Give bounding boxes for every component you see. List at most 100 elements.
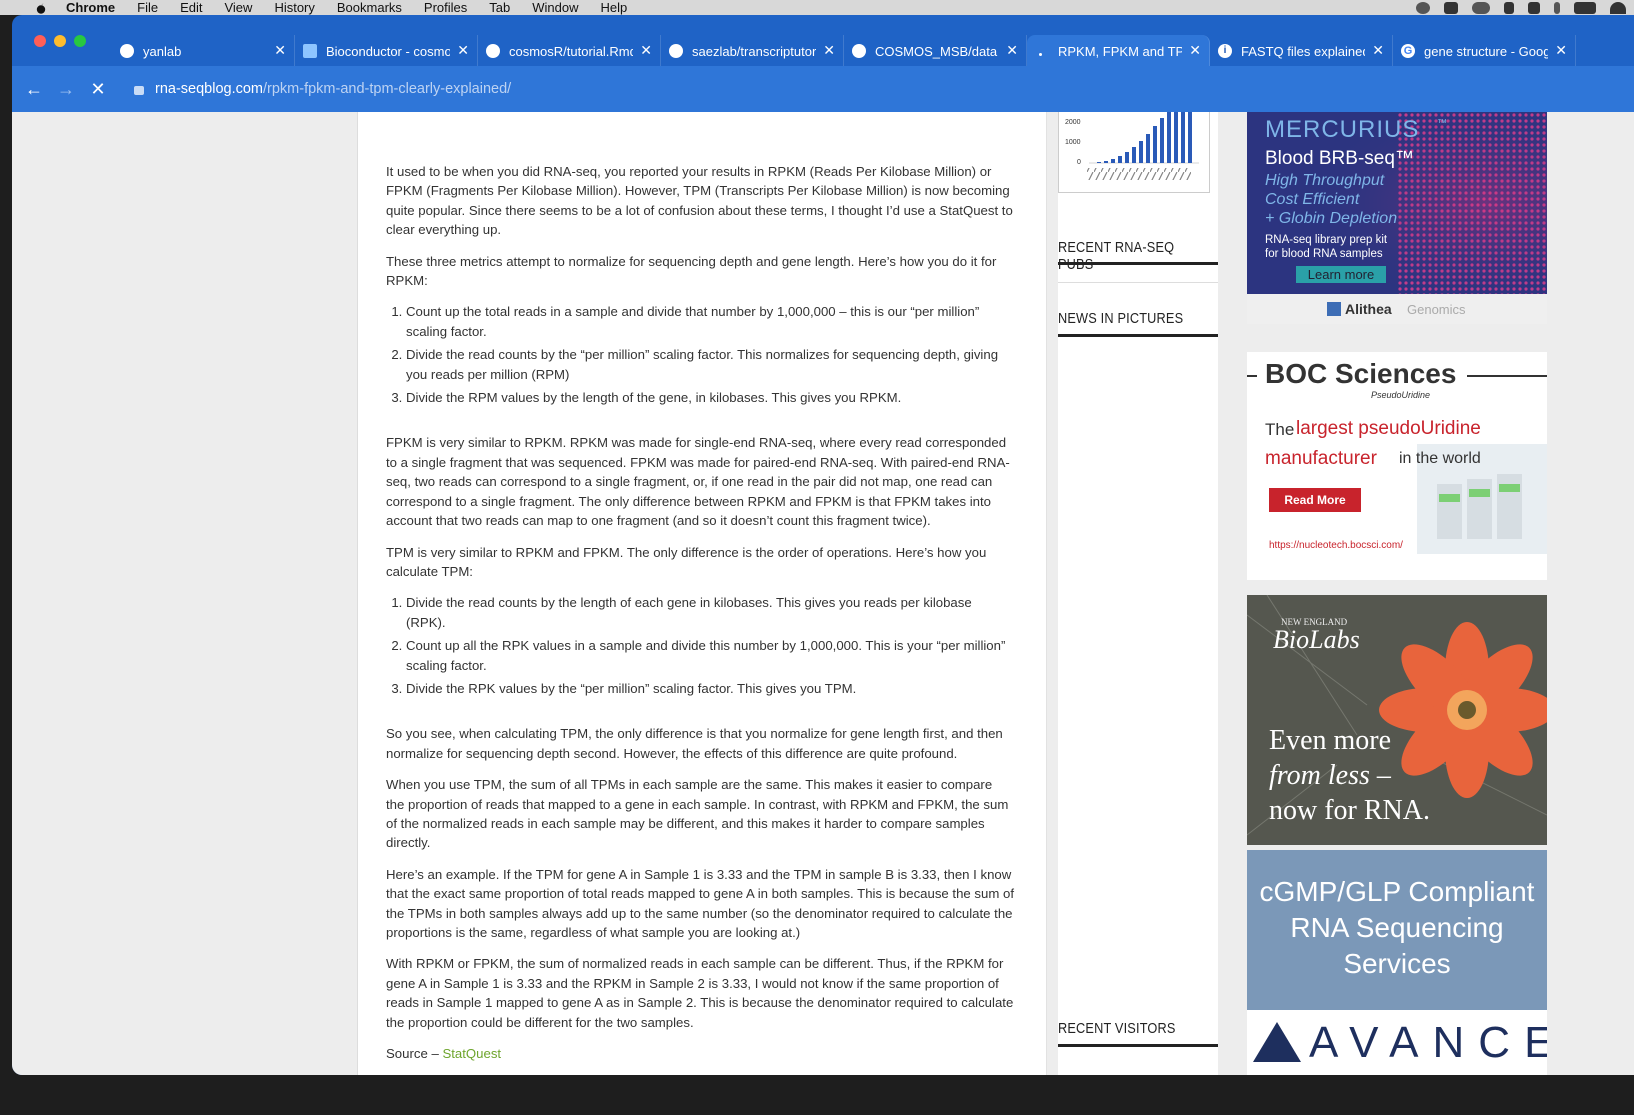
close-tab-icon[interactable]: ✕ <box>640 42 652 59</box>
close-window-icon[interactable] <box>34 35 46 47</box>
boc-url[interactable]: https://nucleotech.bocsci.com/ <box>1269 540 1403 551</box>
url-path: /rpkm-fpkm-and-tpm-clearly-explained/ <box>263 81 512 97</box>
feature-line: Cost Efficient <box>1265 191 1360 208</box>
menu-history[interactable]: History <box>274 0 314 15</box>
minimize-window-icon[interactable] <box>54 35 66 47</box>
list-item: Divide the RPM values by the length of t… <box>406 388 1014 407</box>
address-bar[interactable]: rna-seqblog.com/rpkm-fpkm-and-tpm-clearl… <box>134 76 1614 102</box>
menu-tab[interactable]: Tab <box>489 0 510 15</box>
tab-cosmos-msb[interactable]: COSMOS_MSB/data a ✕ <box>844 35 1027 67</box>
drive-icon[interactable] <box>1528 1 1540 14</box>
tab-fastq[interactable]: i FASTQ files explained ✕ <box>1210 35 1393 67</box>
publications-chart[interactable]: 2000 1000 0 <box>1058 112 1210 193</box>
example-paragraph: Here’s an example. If the TPM for gene A… <box>386 866 1015 940</box>
close-tab-icon[interactable]: ✕ <box>1372 42 1384 59</box>
tab-title: saezlab/transcriptutor <box>692 43 816 59</box>
macos-menubar: Chrome File Edit View History Bookmarks … <box>0 0 1634 15</box>
lock-icon[interactable] <box>134 85 144 95</box>
tab-bioconductor[interactable]: Bioconductor - cosmo ✕ <box>295 35 478 67</box>
menu-help[interactable]: Help <box>601 0 628 15</box>
menu-profiles[interactable]: Profiles <box>424 0 467 15</box>
tab-saezlab[interactable]: saezlab/transcriptutor ✕ <box>661 35 844 67</box>
loading-icon <box>1035 44 1049 58</box>
close-tab-icon[interactable]: ✕ <box>1006 42 1018 59</box>
b-app-icon[interactable] <box>1504 1 1514 14</box>
recent-pubs-heading: RECENT RNA-SEQ PUBS <box>1058 239 1175 273</box>
statquest-link[interactable]: StatQuest <box>442 1046 501 1061</box>
close-tab-icon[interactable]: ✕ <box>1189 42 1201 59</box>
fpkm-paragraph: FPKM is very similar to RPKM. RPKM was m… <box>386 435 1010 529</box>
forward-arrow-icon[interactable]: → <box>56 79 76 99</box>
learn-more-button[interactable]: Learn more <box>1296 266 1386 283</box>
divider <box>1058 282 1218 283</box>
tab-rpkm-active[interactable]: RPKM, FPKM and TPM ✕ <box>1027 35 1210 67</box>
alithea-genomics: Genomics <box>1407 302 1466 317</box>
product-name: Blood BRB-seq™ <box>1265 148 1414 169</box>
tab-strip: yanlab ✕ Bioconductor - cosmo ✕ cosmosR/… <box>112 35 1576 69</box>
tab-title: Bioconductor - cosmo <box>326 43 450 59</box>
notifications-icon[interactable] <box>1444 1 1458 14</box>
headline-the: The <box>1265 420 1295 439</box>
close-tab-icon[interactable]: ✕ <box>1555 42 1567 59</box>
cloud-icon[interactable] <box>1472 1 1490 14</box>
creative-cloud-icon[interactable] <box>1416 1 1430 14</box>
menu-bookmarks[interactable]: Bookmarks <box>337 0 402 15</box>
tab-gene-structure[interactable]: G gene structure - Goog ✕ <box>1393 35 1576 67</box>
bluetooth-icon[interactable] <box>1554 1 1560 14</box>
avance-line: Services <box>1343 948 1451 979</box>
menu-view[interactable]: View <box>224 0 252 15</box>
intro-paragraph: It used to be when you did RNA-seq, you … <box>386 164 1013 238</box>
github-icon <box>852 44 866 58</box>
boc-subtitle: PseudoUridine <box>1371 390 1431 400</box>
neb-biolabs-ad[interactable]: NEW ENGLAND BioLabs Even more from less … <box>1247 595 1547 845</box>
menu-edit[interactable]: Edit <box>180 0 202 15</box>
tpm-difference-paragraph: So you see, when calculating TPM, the on… <box>386 726 1003 761</box>
close-tab-icon[interactable]: ✕ <box>457 42 469 59</box>
window-controls <box>34 35 86 47</box>
read-more-button[interactable]: Read More <box>1269 488 1361 512</box>
list-item: Count up the total reads in a sample and… <box>406 302 1014 341</box>
divider <box>1058 334 1218 337</box>
apple-icon[interactable] <box>34 1 48 15</box>
list-item: Divide the read counts by the length of … <box>406 593 1014 632</box>
headline-largest: largest pseudoUridine <box>1296 418 1481 439</box>
divider <box>1058 1044 1218 1047</box>
github-icon <box>120 44 134 58</box>
menu-window[interactable]: Window <box>532 0 578 15</box>
source-prefix: Source – <box>386 1046 443 1062</box>
ad-column: MERCURIUS ™ Blood BRB-seq™ High Throughp… <box>1247 112 1547 1075</box>
status-tray <box>1416 0 1626 15</box>
list-item: Divide the read counts by the “per milli… <box>406 345 1014 384</box>
neb-line: now for RNA. <box>1269 795 1430 826</box>
url-host: rna-seqblog.com <box>155 81 263 97</box>
mercurius-ad[interactable]: MERCURIUS ™ Blood BRB-seq™ High Throughp… <box>1247 112 1547 324</box>
menu-file[interactable]: File <box>137 0 158 15</box>
avance-ad[interactable]: cGMP/GLP Compliant RNA Sequencing Servic… <box>1247 850 1547 1075</box>
tpm-intro-paragraph: TPM is very similar to RPKM and FPKM. Th… <box>386 544 987 579</box>
close-tab-icon[interactable]: ✕ <box>274 42 286 59</box>
divider <box>1467 375 1547 377</box>
github-icon <box>669 44 683 58</box>
stop-loading-icon[interactable]: ✕ <box>88 79 108 99</box>
menu-app-name[interactable]: Chrome <box>66 0 115 15</box>
divider <box>1247 375 1257 377</box>
back-arrow-icon[interactable]: ← <box>24 79 44 99</box>
tpm-sum-paragraph: When you use TPM, the sum of all TPMs in… <box>386 777 1009 851</box>
wifi-icon[interactable] <box>1610 1 1626 14</box>
feature-line: + Globin Depletion <box>1265 210 1398 227</box>
tab-yanlab[interactable]: yanlab ✕ <box>112 35 295 67</box>
news-heading: NEWS IN PICTURES <box>1058 310 1184 327</box>
trademark: ™ <box>1437 118 1447 129</box>
boc-sciences-ad[interactable]: BOC Sciences PseudoUridine The largest p… <box>1247 352 1547 580</box>
close-tab-icon[interactable]: ✕ <box>823 42 835 59</box>
feature-line: High Throughput <box>1265 172 1385 189</box>
battery-icon[interactable] <box>1574 1 1596 14</box>
tab-cosmosr-tutorial[interactable]: cosmosR/tutorial.Rmd ✕ <box>478 35 661 67</box>
list-item: Count up all the RPK values in a sample … <box>406 636 1014 675</box>
desktop-background <box>0 1075 1634 1115</box>
zoom-window-icon[interactable] <box>74 35 86 47</box>
neb-line: from less – <box>1269 760 1391 791</box>
browser-toolbar: ← → ✕ rna-seqblog.com/rpkm-fpkm-and-tpm-… <box>12 66 1634 112</box>
avance-line: RNA Sequencing <box>1290 912 1504 943</box>
web-page: It used to be when you did RNA-seq, you … <box>12 112 1634 1075</box>
